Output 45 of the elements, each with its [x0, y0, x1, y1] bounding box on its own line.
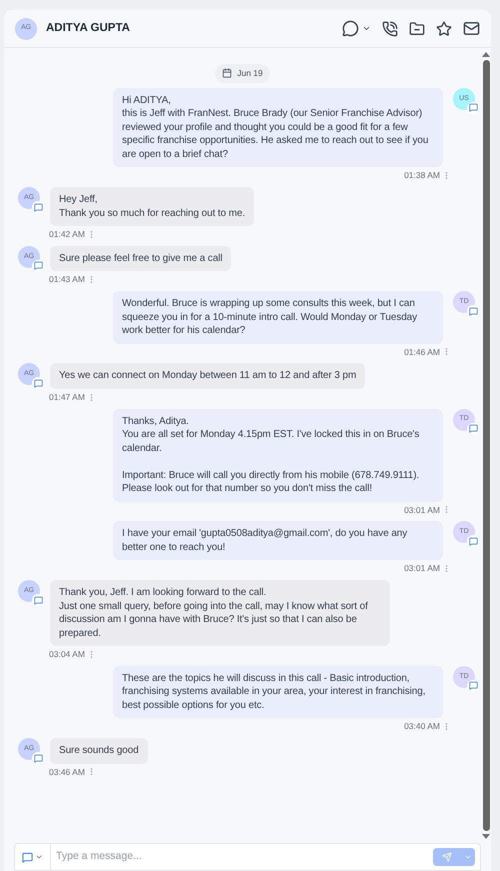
- chat-badge-icon: [32, 594, 44, 606]
- chat-badge-icon: [467, 535, 479, 548]
- message-time: 01:42 AM: [49, 228, 85, 241]
- chat-icon: [22, 852, 33, 862]
- message-bubble: Wonderful. Bruce is wrapping up some consults this week, but I can squeeze you in for a 10-minute intro call. Would Monday or Tuesday work better for his calendar?: [113, 291, 443, 344]
- composer[interactable]: Type a message...: [14, 843, 481, 871]
- contact-name: ADITYA GUPTA: [46, 20, 130, 36]
- chat-badge-icon: [467, 305, 479, 317]
- caret-icon: [464, 853, 472, 861]
- chat-badge-icon: [467, 680, 479, 692]
- message-time: 01:43 AM: [49, 273, 85, 286]
- chat-badge-icon: [32, 260, 44, 272]
- phone-icon[interactable]: [382, 20, 398, 36]
- chat-menu-icon[interactable]: [342, 20, 371, 37]
- calendar-icon: [222, 68, 232, 78]
- message-input[interactable]: Type a message...: [51, 849, 433, 865]
- message-time: 01:47 AM: [49, 390, 85, 404]
- date-chip: Jun 19: [215, 64, 270, 83]
- message-bubble: Thank you, Jeff. I am looking forward to the call. Just one small query, before going into the call, may I know what sort of discussion am I gonna have with Bruce? It's just so that I can also be prepared.: [50, 580, 390, 646]
- message-bubble: Sure please feel free to give me a call: [50, 246, 232, 272]
- message-time: 01:46 AM: [404, 346, 440, 358]
- chat-badge-icon: [32, 201, 44, 213]
- message-bubble: These are the topics he will discuss in this call - Basic introduction, franchising systems available in your area, your interest in franchising, best possible options for you etc.: [113, 666, 443, 718]
- message-bubble: Sure sounds good: [50, 738, 148, 764]
- caret-icon: [35, 853, 43, 861]
- message-bubble: Hey Jeff, Thank you so much for reaching out to me.: [50, 187, 254, 226]
- chat-badge-icon: [32, 377, 44, 390]
- chat-badge-icon: [32, 752, 44, 764]
- message-bubble: I have your email 'gupta0508aditya@gmail.com', do you have any better one to reach you!: [113, 521, 443, 560]
- message-time: 01:38 AM: [404, 169, 440, 182]
- chat-badge-icon: [467, 422, 479, 434]
- folder-icon[interactable]: [409, 20, 425, 36]
- mail-icon[interactable]: [463, 20, 480, 37]
- star-icon[interactable]: [436, 20, 452, 36]
- message-bubble: Thanks, Aditya. You are all set for Monday 4.15pm EST. I've locked this in on Bruce's calendar. Important: Bruce will call you directly from his mobile (678.749.9111). Please look out for that number so you don't miss the call!: [113, 408, 443, 502]
- send-button[interactable]: [433, 848, 475, 866]
- message-bubble: Yes we can connect on Monday between 11 am to 12 and after 3 pm: [50, 363, 366, 389]
- send-icon: [442, 852, 452, 862]
- message-time: 03:40 AM: [404, 720, 440, 733]
- chat-badge-icon: [467, 102, 479, 114]
- message-time: 03:01 AM: [404, 562, 440, 575]
- message-bubble: Hi ADITYA, this is Jeff with FranNest. Bruce Brady (our Senior Franchise Advisor) reviewed your profile and thought you could be a good fit for a few specific franchise opportunities. He asked me to reach out to see if you are open to a brief chat?: [113, 88, 443, 168]
- message-time: 03:46 AM: [49, 766, 85, 778]
- message-time: 03:04 AM: [49, 648, 85, 661]
- message-time: 03:01 AM: [404, 504, 440, 516]
